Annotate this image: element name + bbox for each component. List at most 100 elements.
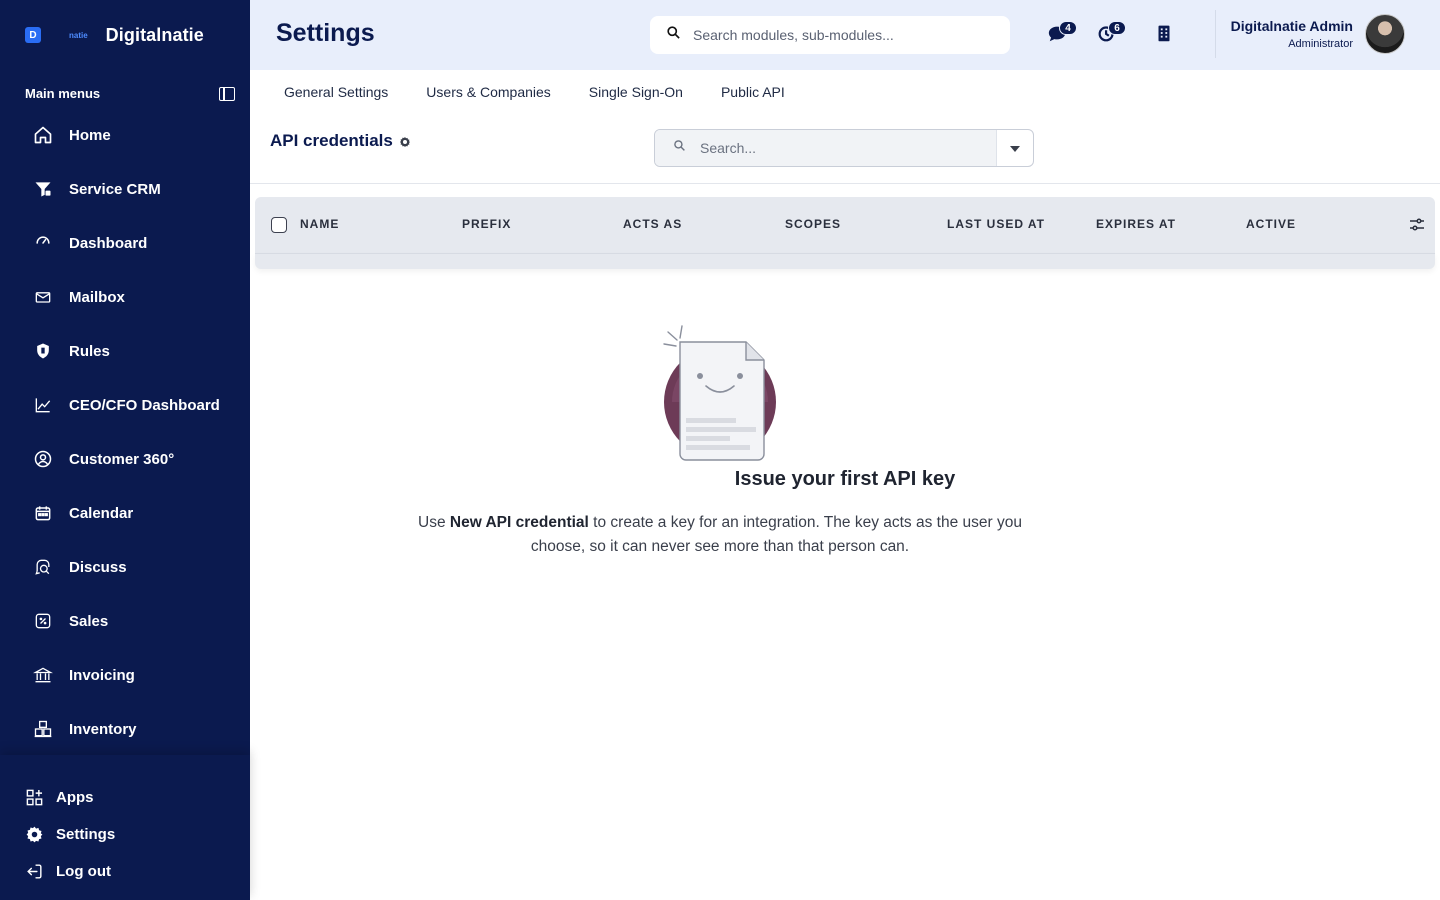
sidebar-item-inventory[interactable]: Inventory bbox=[0, 702, 250, 756]
bank-icon bbox=[32, 664, 54, 686]
sidebar-item-label: Mailbox bbox=[69, 288, 125, 306]
empty-state-illustration bbox=[660, 324, 780, 464]
list-search bbox=[654, 129, 1034, 167]
column-header-active[interactable]: ACTIVE bbox=[1246, 217, 1296, 231]
shield-icon bbox=[32, 340, 54, 362]
sidebar-item-label: Customer 360° bbox=[69, 450, 175, 468]
percent-icon bbox=[32, 610, 54, 632]
settings-tabs: General Settings Users & Companies Singl… bbox=[284, 84, 823, 102]
building-icon bbox=[1153, 25, 1175, 48]
column-header-acts-as[interactable]: ACTS AS bbox=[623, 217, 682, 231]
sidebar-item-label: Rules bbox=[69, 342, 110, 360]
user-role: Administrator bbox=[1288, 38, 1353, 50]
sidebar-item-label: Settings bbox=[56, 826, 116, 843]
sidebar-item-settings[interactable]: Settings bbox=[0, 816, 250, 853]
sidebar-item-dashboard[interactable]: Dashboard bbox=[0, 216, 250, 270]
sidebar-item-label: Discuss bbox=[69, 558, 127, 576]
section-header: API credentials bbox=[270, 131, 411, 151]
sidebar-item-apps[interactable]: Apps bbox=[0, 779, 250, 816]
home-icon bbox=[32, 124, 54, 146]
column-settings-icon[interactable] bbox=[1409, 217, 1425, 233]
list-search-field[interactable] bbox=[655, 130, 996, 166]
tab-public-api[interactable]: Public API bbox=[721, 84, 785, 102]
empty-text-suffix: to create a key for an integration. The … bbox=[530, 514, 1022, 555]
activities-count-badge: 6 bbox=[1108, 21, 1126, 35]
sidebar-item-label: Log out bbox=[56, 863, 111, 880]
sidebar-item-label: Dashboard bbox=[69, 234, 148, 252]
main-menus-header: Main menus bbox=[25, 86, 235, 101]
sidebar-item-label: Inventory bbox=[69, 720, 137, 738]
gauge-icon bbox=[32, 232, 54, 254]
sidebar-item-label: Home bbox=[69, 126, 111, 144]
empty-state-text: Use New API credential to create a key f… bbox=[405, 511, 1035, 559]
caret-down-icon bbox=[1010, 139, 1020, 157]
global-search-input[interactable] bbox=[693, 27, 993, 43]
page-title: Settings bbox=[276, 19, 375, 47]
brand-small-text: natie bbox=[69, 30, 88, 40]
column-header-expires-at[interactable]: EXPIRES AT bbox=[1096, 217, 1176, 231]
sidebar-item-invoicing[interactable]: Invoicing bbox=[0, 648, 250, 702]
sidebar-item-home[interactable]: Home bbox=[0, 108, 250, 162]
chat-search-icon bbox=[32, 556, 54, 578]
logout-icon bbox=[24, 862, 44, 882]
sidebar-item-label: Apps bbox=[56, 789, 94, 806]
select-all-checkbox[interactable] bbox=[271, 217, 287, 233]
topbar: Settings 4 6 Digitalnatie Admin Administ… bbox=[250, 0, 1440, 70]
tab-single-sign-on[interactable]: Single Sign-On bbox=[589, 84, 683, 102]
column-header-scopes[interactable]: SCOPES bbox=[785, 217, 841, 231]
sidebar-item-rules[interactable]: Rules bbox=[0, 324, 250, 378]
sidebar-item-label: CEO/CFO Dashboard bbox=[69, 396, 220, 414]
global-search[interactable] bbox=[650, 16, 1010, 54]
gear-icon[interactable] bbox=[399, 135, 411, 147]
tab-general-settings[interactable]: General Settings bbox=[284, 84, 388, 102]
company-switcher-button[interactable] bbox=[1153, 22, 1183, 48]
messages-count-badge: 4 bbox=[1059, 21, 1077, 35]
line-chart-icon bbox=[32, 394, 54, 416]
empty-text-prefix: Use bbox=[418, 514, 450, 531]
topbar-divider bbox=[1215, 10, 1216, 58]
sidebar-item-calendar[interactable]: Calendar bbox=[0, 486, 250, 540]
sidebar-item-mailbox[interactable]: Mailbox bbox=[0, 270, 250, 324]
brand-name: Digitalnatie bbox=[105, 24, 204, 45]
search-icon bbox=[673, 139, 686, 157]
sidebar-item-ceo-cfo-dashboard[interactable]: CEO/CFO Dashboard bbox=[0, 378, 250, 432]
column-header-last-used-at[interactable]: LAST USED AT bbox=[947, 217, 1045, 231]
sidebar-item-discuss[interactable]: Discuss bbox=[0, 540, 250, 594]
sidebar-item-label: Invoicing bbox=[69, 666, 135, 684]
brand[interactable]: D natie Digitalnatie bbox=[25, 22, 204, 48]
messages-button[interactable]: 4 bbox=[1047, 21, 1077, 48]
search-options-toggle[interactable] bbox=[996, 130, 1033, 166]
main-nav: Home Service CRM Dashboard Mailbox Rules… bbox=[0, 108, 250, 756]
sidebar-item-label: Sales bbox=[69, 612, 109, 630]
gear-icon bbox=[24, 825, 44, 845]
empty-state-title: Issue your first API key bbox=[0, 468, 1440, 491]
divider bbox=[250, 183, 1440, 184]
table-header: NAME PREFIX ACTS AS SCOPES LAST USED AT … bbox=[255, 197, 1435, 253]
avatar[interactable] bbox=[1365, 14, 1405, 54]
boxes-icon bbox=[32, 718, 54, 740]
apps-icon bbox=[24, 788, 44, 808]
empty-state-title-text: Issue your first API key bbox=[734, 468, 956, 490]
activities-button[interactable]: 6 bbox=[1096, 21, 1126, 48]
column-header-prefix[interactable]: PREFIX bbox=[462, 217, 511, 231]
mail-icon bbox=[32, 286, 54, 308]
tab-users-companies[interactable]: Users & Companies bbox=[426, 84, 551, 102]
list-search-input[interactable] bbox=[700, 140, 980, 156]
user-name[interactable]: Digitalnatie Admin bbox=[1231, 18, 1353, 34]
sidebar-item-logout[interactable]: Log out bbox=[0, 853, 250, 890]
sidebar-item-sales[interactable]: Sales bbox=[0, 594, 250, 648]
calendar-icon bbox=[32, 502, 54, 524]
filter-icon bbox=[32, 178, 54, 200]
sidebar-bottom: Apps Settings Log out bbox=[0, 755, 250, 900]
main-menus-label: Main menus bbox=[25, 86, 101, 101]
sidebar-item-service-crm[interactable]: Service CRM bbox=[0, 162, 250, 216]
sidebar-item-label: Service CRM bbox=[69, 180, 161, 198]
column-header-name[interactable]: NAME bbox=[300, 217, 339, 231]
user-circle-icon bbox=[32, 448, 54, 470]
sidebar-collapse-icon[interactable] bbox=[219, 86, 235, 101]
search-icon bbox=[666, 25, 681, 45]
table-body-placeholder bbox=[255, 253, 1435, 269]
section-title: API credentials bbox=[270, 131, 393, 150]
new-api-credential-reference: New API credential bbox=[449, 514, 589, 531]
sidebar: D natie Digitalnatie Main menus Home Ser… bbox=[0, 0, 250, 900]
